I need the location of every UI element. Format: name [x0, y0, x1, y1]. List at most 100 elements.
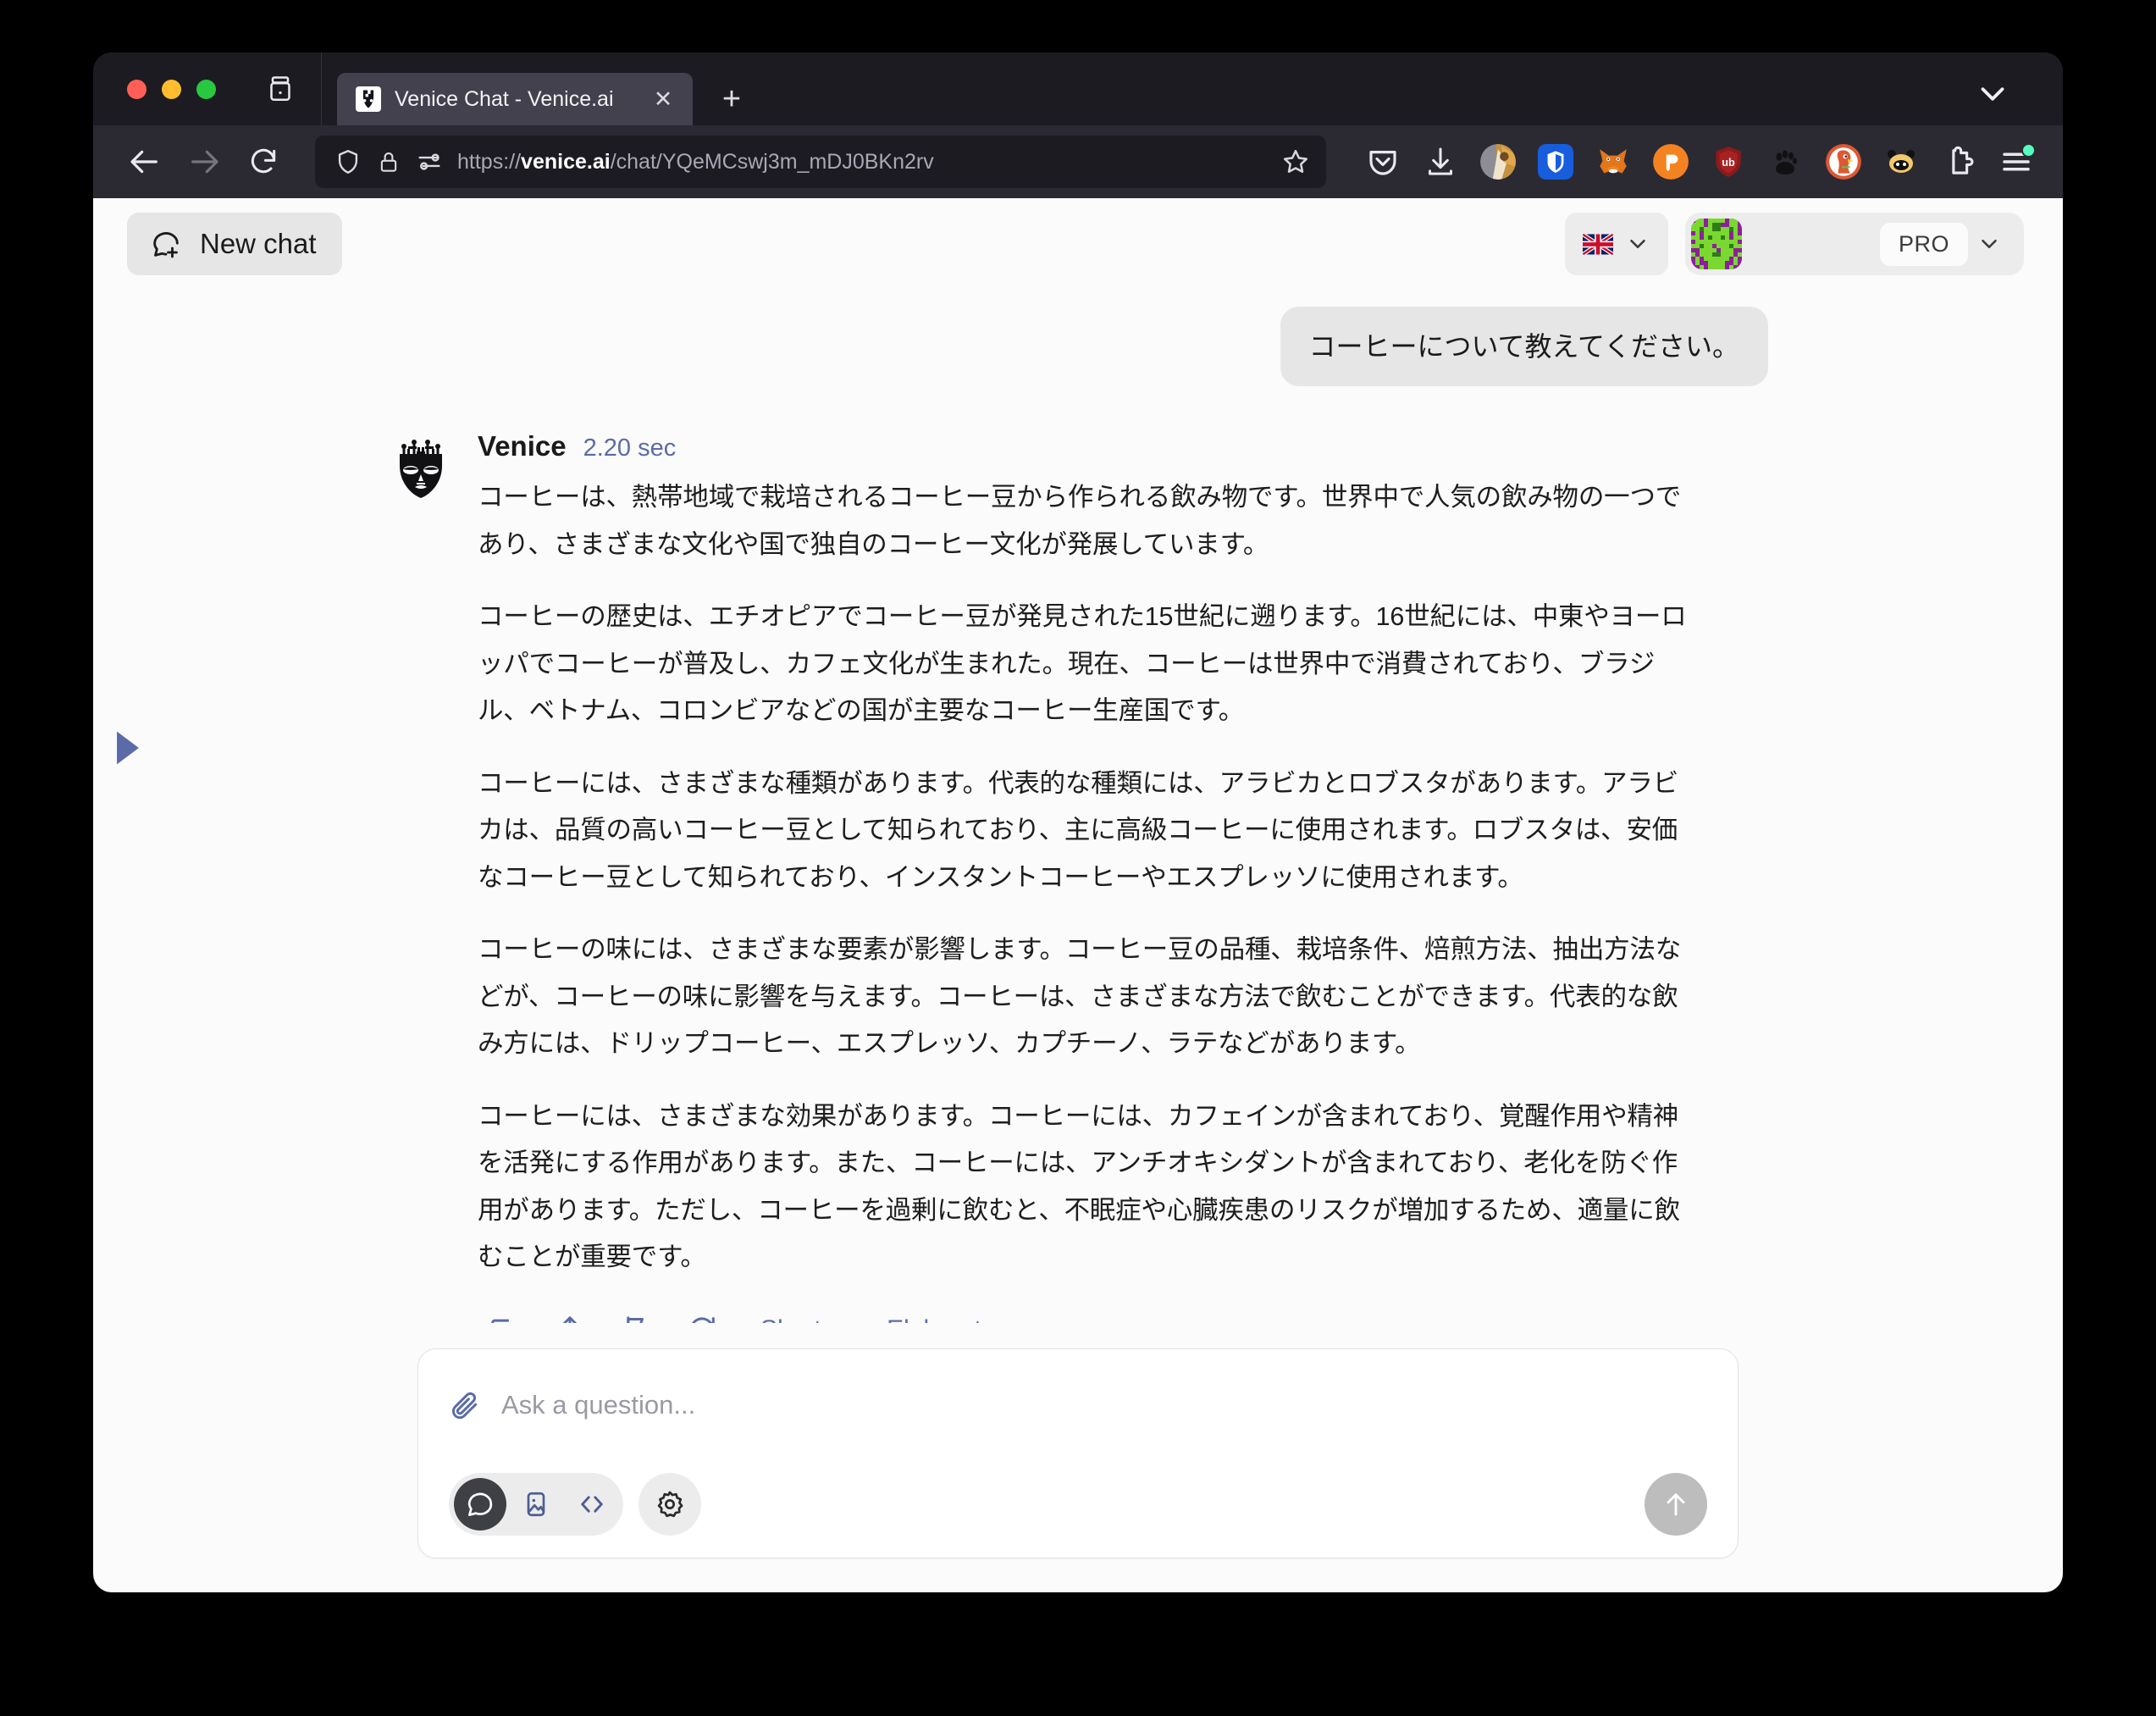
- duckduckgo-glyph: [1826, 144, 1861, 180]
- assistant-paragraph: コーヒーの味には、さまざまな要素が影響します。コーヒー豆の品種、栽培条件、焙煎方…: [478, 935, 1682, 1059]
- elaborate-button[interactable]: Elaborate: [868, 1307, 1014, 1323]
- url-domain: venice.ai: [521, 149, 611, 174]
- user-message-bubble: コーヒーについて教えてください。: [1280, 307, 1768, 387]
- metamask-fox-glyph: [1600, 149, 1627, 174]
- gear-icon: [657, 1491, 683, 1518]
- download-glyph: [1429, 147, 1452, 175]
- composer-wrapper: Ask a question...: [93, 1323, 2063, 1592]
- phantom-glyph: [1653, 144, 1689, 180]
- assistant-paragraph: コーヒーには、さまざまな種類があります。代表的な種類には、アラビカとロブスタがあ…: [478, 768, 1678, 892]
- composer-settings-button[interactable]: [639, 1473, 701, 1536]
- ublock-origin-icon[interactable]: ub: [1704, 137, 1753, 186]
- back-button[interactable]: [119, 136, 171, 188]
- chat-mode-button[interactable]: [454, 1478, 506, 1531]
- close-window-button[interactable]: [127, 79, 146, 99]
- browser-tab[interactable]: Venice Chat - Venice.ai ✕: [337, 73, 693, 125]
- metamask-icon[interactable]: [1589, 137, 1638, 186]
- tabstrip-overflow[interactable]: [1973, 75, 2012, 113]
- close-tab-button[interactable]: ✕: [647, 83, 679, 115]
- duckduckgo-icon[interactable]: [1819, 137, 1868, 186]
- share-button[interactable]: [544, 1304, 596, 1323]
- pocket-glyph: [1369, 151, 1396, 175]
- regenerate-icon: [692, 1317, 715, 1323]
- code-mode-button[interactable]: [566, 1478, 618, 1531]
- navigation-toolbar: https://venice.ai/chat/YQeMCswj3m_mDJ0BK…: [93, 125, 2063, 198]
- assistant-name: Venice: [478, 430, 567, 462]
- profile-avatar-glyph: [1480, 144, 1516, 180]
- menu-update-badge: [2021, 143, 2036, 158]
- tab-strip: Venice Chat - Venice.ai ✕ +: [93, 53, 2063, 125]
- bitwarden-icon[interactable]: [1531, 137, 1580, 186]
- assistant-message-row: Venice 2.20 sec コーヒーは、熱帯地域で栽培されるコーヒー豆から作…: [388, 386, 1768, 1323]
- phantom-icon[interactable]: [1646, 137, 1695, 186]
- arrow-left-icon: [130, 150, 158, 174]
- tab-list-button[interactable]: [240, 53, 322, 125]
- new-chat-label: New chat: [200, 228, 317, 259]
- composer-tools-row: [449, 1473, 1707, 1536]
- copy-button[interactable]: [478, 1304, 530, 1323]
- uk-flag-icon: [1583, 233, 1613, 255]
- account-menu[interactable]: PRO: [1685, 213, 2024, 275]
- chat-mode-icon: [467, 1492, 493, 1516]
- plan-badge: PRO: [1879, 222, 1968, 266]
- venice-mask-favicon: [356, 86, 381, 112]
- forward-button[interactable]: [178, 136, 230, 188]
- image-mode-button[interactable]: [510, 1478, 562, 1531]
- bookmark-star-icon[interactable]: [1280, 147, 1311, 177]
- composer[interactable]: Ask a question...: [417, 1348, 1739, 1558]
- reload-button[interactable]: [237, 136, 290, 188]
- extensions-puzzle-icon[interactable]: [1934, 137, 1983, 186]
- sidebar-expand-handle[interactable]: [113, 730, 142, 770]
- image-mode-icon: [527, 1492, 545, 1517]
- url-bar[interactable]: https://venice.ai/chat/YQeMCswj3m_mDJ0BK…: [315, 136, 1326, 188]
- assistant-paragraph: コーヒーは、熱帯地域で栽培されるコーヒー豆から作られる飲み物です。世界中で人気の…: [478, 483, 1682, 559]
- app-header: New chat PRO: [93, 198, 2063, 290]
- paperclip-icon[interactable]: [449, 1388, 483, 1422]
- code-mode-icon: [581, 1496, 603, 1513]
- gnome-paw-glyph: [1776, 150, 1798, 174]
- gnome-paw-icon[interactable]: [1761, 137, 1810, 186]
- reload-icon: [251, 148, 276, 174]
- venice-chat-page: New chat PRO コーヒーについて教えてください。 Venice 2.2…: [93, 198, 2063, 1592]
- chat-scroll-area[interactable]: コーヒーについて教えてください。 Venice 2.20 sec コーヒーは、熱…: [93, 290, 2063, 1323]
- keplr-glyph: [1888, 150, 1915, 173]
- identicon-avatar: [1691, 219, 1742, 269]
- regenerate-button[interactable]: [676, 1304, 728, 1323]
- chevron-down-icon: [1981, 87, 2004, 101]
- tab-title: Venice Chat - Venice.ai: [395, 86, 614, 111]
- report-button[interactable]: [610, 1304, 662, 1323]
- send-arrow-icon: [1667, 1493, 1685, 1516]
- venice-mask-glyph: [400, 440, 442, 499]
- url-path: /chat/YQeMCswj3m_mDJ0BKn2rv: [610, 149, 934, 174]
- account-chevron[interactable]: [1968, 231, 2010, 257]
- assistant-duration: 2.20 sec: [583, 435, 677, 462]
- language-selector[interactable]: [1565, 213, 1668, 275]
- url-text: https://venice.ai/chat/YQeMCswj3m_mDJ0BK…: [457, 150, 1267, 174]
- keplr-icon[interactable]: [1877, 137, 1926, 186]
- mode-segmented-control: [449, 1473, 623, 1536]
- pocket-icon[interactable]: [1358, 137, 1407, 186]
- venice-favicon-glyph: [357, 87, 380, 111]
- shield-icon[interactable]: [334, 147, 362, 176]
- downloads-icon[interactable]: [1416, 137, 1465, 186]
- new-tab-button[interactable]: +: [708, 75, 755, 123]
- composer-placeholder[interactable]: Ask a question...: [501, 1390, 695, 1420]
- minimize-window-button[interactable]: [162, 79, 181, 99]
- permissions-icon[interactable]: [415, 147, 444, 176]
- browser-window: Venice Chat - Venice.ai ✕ + https://veni…: [93, 53, 2063, 1592]
- new-chat-button[interactable]: New chat: [127, 213, 342, 275]
- send-button[interactable]: [1645, 1473, 1707, 1536]
- profile-avatar-icon[interactable]: [1473, 137, 1523, 186]
- copy-icon: [491, 1319, 509, 1323]
- ublock-shield-glyph: ub: [1716, 147, 1741, 177]
- lock-icon[interactable]: [376, 149, 401, 174]
- message-actions: Shorten Elaborate: [478, 1304, 1689, 1323]
- flag-icon: [627, 1316, 644, 1323]
- assistant-header: Venice 2.20 sec: [478, 430, 1689, 462]
- maximize-window-button[interactable]: [196, 79, 216, 99]
- app-menu-icon[interactable]: [1992, 137, 2041, 186]
- shorten-button[interactable]: Shorten: [742, 1307, 868, 1323]
- venice-mask-logo: [393, 430, 449, 1323]
- assistant-paragraph: コーヒーには、さまざまな効果があります。コーヒーには、カフェインが含まれており、…: [478, 1101, 1680, 1272]
- header-right-controls: PRO: [1565, 213, 2024, 275]
